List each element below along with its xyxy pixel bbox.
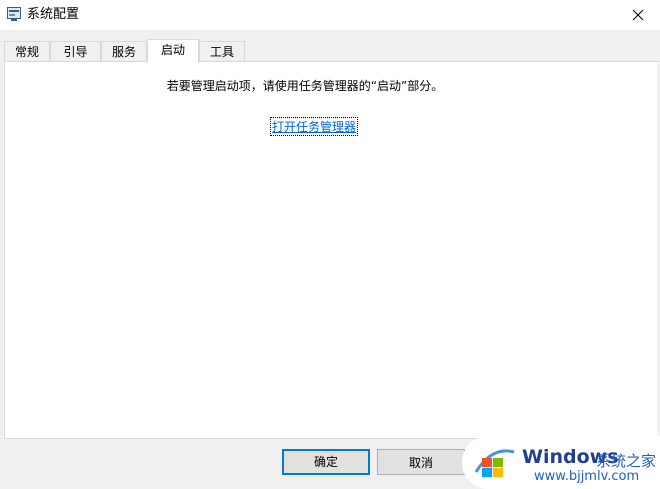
- tab-startup[interactable]: 启动: [147, 39, 199, 63]
- title-bar: 系统配置: [0, 0, 660, 30]
- system-config-window: 系统配置 常规 引导 服务 启动 工具 若要管理启动项，请使用任务管理器的“启动…: [0, 0, 660, 489]
- tab-strip: 常规 引导 服务 启动 工具: [4, 39, 660, 63]
- window-title: 系统配置: [27, 7, 80, 22]
- system-config-icon: [7, 7, 21, 21]
- tab-services[interactable]: 服务: [101, 41, 147, 62]
- windows-logo-icon: [474, 449, 515, 477]
- startup-panel: 若要管理启动项，请使用任务管理器的“启动”部分。 打开任务管理器: [4, 61, 659, 439]
- watermark: Windows 系统之家 www.bjjmlv.com: [462, 436, 660, 489]
- close-icon: [632, 9, 644, 21]
- cancel-button[interactable]: 取消: [377, 449, 465, 475]
- open-task-manager-link[interactable]: 打开任务管理器: [269, 117, 359, 136]
- watermark-subtitle: 系统之家: [596, 452, 657, 470]
- close-button[interactable]: [616, 0, 660, 30]
- tab-boot[interactable]: 引导: [50, 41, 101, 62]
- tab-general[interactable]: 常规: [4, 41, 50, 62]
- tab-tools[interactable]: 工具: [199, 41, 245, 62]
- ok-button[interactable]: 确定: [282, 449, 370, 475]
- panel-edge: [657, 62, 659, 438]
- watermark-url: www.bjjmlv.com: [534, 469, 640, 484]
- startup-hint: 若要管理启动项，请使用任务管理器的“启动”部分。: [166, 79, 444, 93]
